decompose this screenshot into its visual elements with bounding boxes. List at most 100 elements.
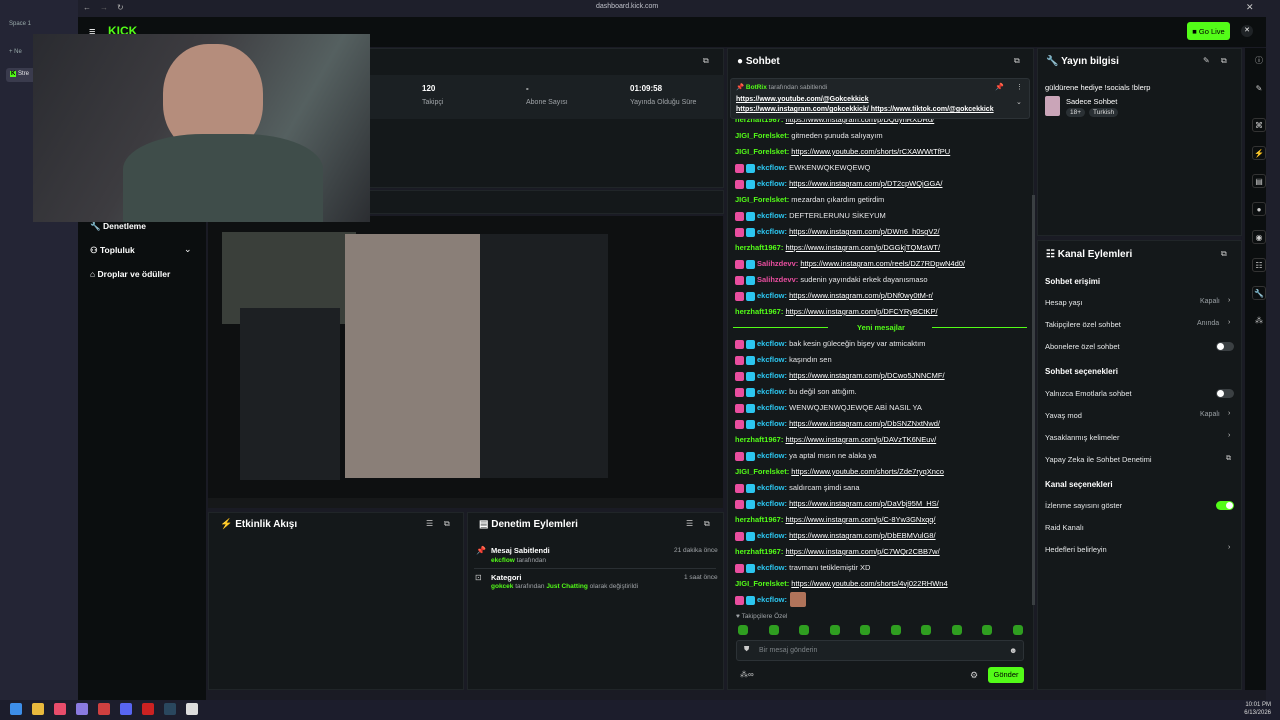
chat-link[interactable]: https://www.instagram.com/p/C7WQr2CBB7w/ bbox=[785, 547, 939, 556]
banned-words-setting[interactable]: Yasaklanmış kelimeler bbox=[1045, 433, 1119, 442]
chat-username[interactable]: herzhaft1967: bbox=[735, 435, 783, 444]
chevron-right-icon[interactable]: › bbox=[1228, 297, 1230, 304]
stream-preview[interactable] bbox=[208, 216, 723, 508]
chrome-icon[interactable] bbox=[186, 703, 198, 715]
emoji-icon[interactable]: ☻ bbox=[1009, 646, 1017, 655]
emote-icon[interactable] bbox=[951, 625, 962, 635]
chat-username[interactable]: ekcflow: bbox=[757, 387, 787, 396]
emote-icon[interactable] bbox=[829, 625, 840, 635]
nav-community[interactable]: ⚇ Topluluk bbox=[90, 245, 135, 256]
chat-username[interactable]: ekcflow: bbox=[757, 419, 787, 428]
category-name[interactable]: Sadece Sohbet bbox=[1066, 97, 1117, 106]
emote-icon[interactable] bbox=[738, 625, 748, 635]
chat-username[interactable]: herzhaft1967: bbox=[735, 307, 783, 316]
targets-setting[interactable]: Hedefleri belirleyin bbox=[1045, 545, 1107, 554]
chat-username[interactable]: ekcflow: bbox=[757, 531, 787, 540]
reload-icon[interactable]: ↻ bbox=[117, 3, 124, 12]
emote-icon[interactable] bbox=[890, 625, 901, 635]
chat-link[interactable]: https://www.instagram.com/p/DbSNZNxtNwd/ bbox=[789, 419, 940, 428]
chat-link[interactable]: https://www.youtube.com/shorts/4vj022RHW… bbox=[791, 579, 947, 588]
chevron-right-icon[interactable]: › bbox=[1228, 319, 1230, 326]
chat-username[interactable]: ekcflow: bbox=[757, 403, 787, 412]
chat-username[interactable]: ekcflow: bbox=[757, 499, 787, 508]
chat-username[interactable]: ekcflow: bbox=[757, 563, 787, 572]
chat-link[interactable]: https://www.youtube.com/shorts/rCXAWWtTf… bbox=[791, 147, 950, 156]
chat-username[interactable]: JIGI_Forelsket: bbox=[735, 147, 789, 156]
chat-username[interactable]: ekcflow: bbox=[757, 227, 787, 236]
gear-icon[interactable]: ⚙ bbox=[970, 670, 978, 681]
emotes-only-toggle[interactable] bbox=[1216, 389, 1234, 398]
chat-link[interactable]: https://www.instagram.com/p/DbEBMVulG8/ bbox=[789, 531, 935, 540]
chat-username[interactable]: ekcflow: bbox=[757, 355, 787, 364]
chat-username[interactable]: Salihzdevv: bbox=[757, 259, 798, 268]
chat-username[interactable]: ekcflow: bbox=[757, 179, 787, 188]
popout-icon[interactable]: ⧉ bbox=[703, 56, 709, 66]
chat-username[interactable]: ekcflow: bbox=[757, 211, 787, 220]
new-tab-button[interactable]: + Ne bbox=[9, 49, 22, 55]
chevron-right-icon[interactable]: › bbox=[1228, 432, 1230, 439]
browser-icon[interactable] bbox=[76, 703, 88, 715]
chat-username[interactable]: ekcflow: bbox=[757, 163, 787, 172]
chat-username[interactable]: JIGI_Forelsket: bbox=[735, 131, 789, 140]
popout-icon[interactable]: ⧉ bbox=[704, 519, 710, 529]
chat-username[interactable]: Salihzdevv: bbox=[757, 275, 798, 284]
ai-moderation-setting[interactable]: Yapay Zeka ile Sohbet Denetimi bbox=[1045, 455, 1152, 464]
emote-icon[interactable] bbox=[1012, 625, 1023, 635]
info-icon[interactable]: ⓘ bbox=[1252, 54, 1266, 68]
pinned-link[interactable]: https://www.instagram.com/gokcekkick/ ht… bbox=[736, 106, 994, 113]
sidebar-tab-stream[interactable]: K Stre bbox=[6, 68, 36, 82]
url-bar[interactable]: dashboard.kick.com bbox=[596, 3, 658, 10]
calendar-icon[interactable] bbox=[98, 703, 110, 715]
filter-icon[interactable]: ☰ bbox=[426, 519, 433, 528]
nav-drops[interactable]: ⌂ Droplar ve ödüller bbox=[90, 269, 170, 279]
chevron-right-icon[interactable]: › bbox=[1228, 410, 1230, 417]
edit-icon[interactable]: ✎ bbox=[1203, 56, 1210, 65]
emote-icon[interactable] bbox=[860, 625, 870, 635]
folder-icon[interactable] bbox=[32, 703, 44, 715]
tag[interactable]: Turkish bbox=[1089, 108, 1119, 117]
record-icon[interactable] bbox=[142, 703, 154, 715]
sliders-icon[interactable]: ☷ bbox=[1252, 258, 1266, 272]
chevron-down-icon[interactable]: ⌄ bbox=[184, 244, 192, 255]
chat-username[interactable]: JIGI_Forelsket: bbox=[735, 195, 789, 204]
chat-username[interactable]: ekcflow: bbox=[757, 339, 787, 348]
subs-chat-toggle[interactable] bbox=[1216, 342, 1234, 351]
raid-setting[interactable]: Raid Kanalı bbox=[1045, 523, 1084, 532]
emote-icon[interactable] bbox=[768, 625, 779, 635]
start-icon[interactable] bbox=[10, 703, 22, 715]
window-close-icon[interactable]: ✕ bbox=[1246, 2, 1254, 13]
add-widget-icon[interactable]: ⁂ bbox=[1252, 314, 1266, 328]
tools-icon[interactable]: ⌘ bbox=[1252, 118, 1266, 132]
send-button[interactable]: Gönder bbox=[988, 667, 1024, 683]
chat-link[interactable]: https://www.youtube.com/shorts/Zde7ryqXn… bbox=[791, 467, 944, 476]
filter-icon[interactable]: ☰ bbox=[686, 519, 693, 528]
chat-username[interactable]: ekcflow: bbox=[757, 371, 787, 380]
chat-username[interactable]: ekcflow: bbox=[757, 483, 787, 492]
chat-username[interactable]: JIGI_Forelsket: bbox=[735, 579, 789, 588]
points-icon[interactable]: ⁂∞ bbox=[740, 670, 754, 679]
chat-link[interactable]: https://www.instagram.com/p/DT2cpWQjGGA/ bbox=[789, 179, 942, 188]
chevron-right-icon[interactable]: › bbox=[1228, 544, 1230, 551]
chat-link[interactable]: https://www.instagram.com/p/DWn6_h0sgV2/ bbox=[789, 227, 939, 236]
close-icon[interactable]: ✕ bbox=[1241, 25, 1253, 37]
chat-link[interactable]: https://www.instagram.com/reels/DZ7RDpwN… bbox=[800, 259, 965, 268]
chat-username[interactable]: JIGI_Forelsket: bbox=[735, 467, 789, 476]
back-icon[interactable]: ← bbox=[83, 3, 91, 12]
chat-link[interactable]: https://www.instagram.com/p/DCwo5JNNCMF/ bbox=[789, 371, 944, 380]
popout-icon[interactable]: ⧉ bbox=[1221, 249, 1227, 259]
unpin-icon[interactable]: 📌 bbox=[995, 83, 1004, 91]
nav-moderation[interactable]: 🔧 Denetleme bbox=[90, 221, 146, 232]
chat-username[interactable]: herzhaft1967: bbox=[735, 243, 783, 252]
chat-link[interactable]: https://www.instagram.com/p/DGGkjTQMsWT/ bbox=[785, 243, 940, 252]
chevron-down-icon[interactable]: ⌄ bbox=[1016, 98, 1022, 106]
chat-link[interactable]: https://www.instagram.com/p/C-8Yw3GNxqq/ bbox=[785, 515, 935, 524]
pencil-icon[interactable]: ✎ bbox=[1252, 82, 1266, 96]
pinned-link[interactable]: https://www.youtube.com/@Gokcekkick bbox=[736, 96, 869, 103]
clipboard-icon[interactable]: ▤ bbox=[1252, 174, 1266, 188]
tag[interactable]: 18+ bbox=[1066, 108, 1086, 117]
account-age-setting[interactable]: Hesap yaşı bbox=[1045, 298, 1083, 307]
bolt-icon[interactable]: ⚡ bbox=[1252, 146, 1266, 160]
show-viewers-toggle[interactable] bbox=[1216, 501, 1234, 510]
more-icon[interactable]: ⋮ bbox=[1016, 83, 1023, 91]
external-link-icon[interactable]: ⧉ bbox=[1226, 455, 1231, 463]
